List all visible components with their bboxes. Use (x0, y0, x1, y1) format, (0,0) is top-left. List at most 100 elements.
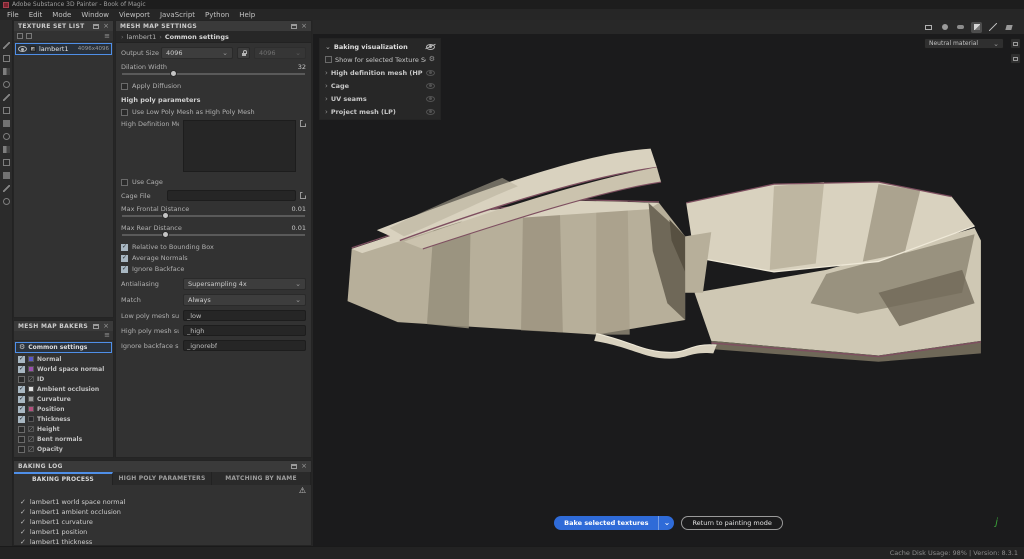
texture-set-row[interactable]: lambert1 4096x4096 (15, 43, 112, 55)
group-high-definition-mesh[interactable]: › High definition mesh (HP) (320, 66, 440, 79)
use-low-as-high-checkbox[interactable]: ✓ (121, 109, 128, 116)
baker-row-normal[interactable]: ✓ Normal (14, 354, 113, 364)
baker-checkbox[interactable]: ✓ (18, 416, 25, 423)
baker-checkbox[interactable]: ✓ (18, 426, 25, 433)
close-icon[interactable]: × (103, 23, 109, 30)
baker-checkbox[interactable]: ✓ (18, 406, 25, 413)
visibility-eye-icon[interactable] (426, 96, 435, 102)
eye-slash-icon[interactable] (426, 44, 435, 50)
baker-checkbox[interactable]: ✓ (18, 366, 25, 373)
group-project-mesh[interactable]: › Project mesh (LP) (320, 105, 440, 118)
lock-icon[interactable] (237, 47, 250, 59)
pen-icon[interactable] (987, 22, 998, 33)
baker-checkbox[interactable]: ✓ (18, 356, 25, 363)
smudge-tool-icon[interactable] (3, 94, 10, 101)
list-options-icon[interactable]: ≡ (104, 33, 110, 40)
menu-file[interactable]: File (2, 11, 24, 19)
stencil-tool-icon[interactable] (3, 185, 10, 192)
average-normals-checkbox[interactable]: ✓ (121, 255, 128, 262)
baking-log-header[interactable]: BAKING LOG × (14, 461, 311, 472)
menu-mode[interactable]: Mode (47, 11, 76, 19)
common-settings-row[interactable]: ⚙ Common settings (15, 342, 112, 353)
file-browse-icon[interactable] (300, 192, 306, 199)
menu-window[interactable]: Window (76, 11, 114, 19)
high-poly-suffix-input[interactable]: _high (183, 325, 306, 336)
perspective-icon[interactable] (923, 22, 934, 33)
max-frontal-distance-value[interactable]: 0.01 (292, 205, 306, 213)
dock-icon[interactable] (291, 464, 297, 469)
close-icon[interactable]: × (301, 23, 307, 30)
file-browse-icon[interactable] (300, 120, 306, 127)
lazy-mouse-tool-icon[interactable] (3, 172, 10, 179)
projection-tool-icon[interactable] (3, 68, 10, 75)
geometry-mask-tool-icon[interactable] (3, 146, 10, 153)
match-dropdown[interactable]: Always ⌄ (183, 294, 306, 306)
antialiasing-dropdown[interactable]: Supersampling 4x ⌄ (183, 278, 306, 290)
baker-checkbox[interactable]: ✓ (18, 446, 25, 453)
filter-icon[interactable] (17, 33, 23, 39)
dock-icon[interactable] (291, 24, 297, 29)
material-picker-tool-icon[interactable] (3, 120, 10, 127)
slider-knob[interactable] (162, 231, 169, 238)
bake-options-dropdown[interactable]: ⌄ (658, 516, 674, 530)
baker-row-thickness[interactable]: ✓ Thickness (14, 414, 113, 424)
baker-checkbox[interactable]: ✓ (18, 436, 25, 443)
polygon-fill-tool-icon[interactable] (3, 81, 10, 88)
apply-diffusion-checkbox[interactable]: ✓ (121, 83, 128, 90)
relative-bounding-box-checkbox[interactable]: ✓ (121, 244, 128, 251)
warning-icon[interactable]: ⚠ (299, 487, 306, 495)
baker-row-ambient-occlusion[interactable]: ✓ Ambient occlusion (14, 384, 113, 394)
menu-javascript[interactable]: JavaScript (155, 11, 200, 19)
low-poly-suffix-input[interactable]: _low (183, 310, 306, 321)
baking-visualization-title-row[interactable]: ⌄ Baking visualization (320, 40, 440, 53)
output-size-dropdown[interactable]: 4096 ⌄ (161, 47, 233, 59)
tab-matching-by-name[interactable]: MATCHING BY NAME (212, 472, 311, 485)
dilation-width-slider[interactable] (122, 73, 305, 75)
book-model[interactable] (335, 132, 983, 370)
ignore-backface-checkbox[interactable]: ✓ (121, 266, 128, 273)
visibility-eye-icon[interactable] (426, 83, 435, 89)
slider-knob[interactable] (162, 212, 169, 219)
baker-checkbox[interactable]: ✓ (18, 396, 25, 403)
baker-checkbox[interactable]: ✓ (18, 386, 25, 393)
tab-high-poly-parameters[interactable]: HIGH POLY PARAMETERS (113, 472, 212, 485)
eraser-icon[interactable] (1003, 22, 1014, 33)
dock-icon[interactable] (93, 324, 99, 329)
dilation-width-value[interactable]: 32 (298, 63, 306, 71)
texture-set-list-header[interactable]: TEXTURE SET LIST × (14, 21, 113, 31)
menu-help[interactable]: Help (234, 11, 260, 19)
slider-knob[interactable] (170, 70, 177, 77)
baker-row-id[interactable]: ✓ ID (14, 374, 113, 384)
symmetry-tool-icon[interactable] (3, 159, 10, 166)
visibility-eye-icon[interactable] (426, 109, 435, 115)
baker-row-opacity[interactable]: ✓ Opacity (14, 444, 113, 454)
max-rear-distance-slider[interactable] (122, 234, 305, 236)
cage-file-input[interactable] (167, 190, 296, 201)
mesh-map-bakers-header[interactable]: MESH MAP BAKERS × (14, 321, 113, 331)
quick-mask-tool-icon[interactable] (3, 133, 10, 140)
menu-viewport[interactable]: Viewport (114, 11, 155, 19)
particles-tool-icon[interactable] (3, 198, 10, 205)
neutral-material-dropdown[interactable]: Neutral material ⌄ (924, 38, 1004, 49)
menu-python[interactable]: Python (200, 11, 234, 19)
max-frontal-distance-slider[interactable] (122, 215, 305, 217)
baker-row-position[interactable]: ✓ Position (14, 404, 113, 414)
eraser-tool-icon[interactable] (3, 55, 10, 62)
max-rear-distance-value[interactable]: 0.01 (292, 224, 306, 232)
group-cage[interactable]: › Cage (320, 79, 440, 92)
sort-icon[interactable] (26, 33, 32, 39)
close-icon[interactable]: × (301, 463, 307, 470)
clone-tool-icon[interactable] (3, 107, 10, 114)
show-selected-checkbox[interactable]: ✓ (325, 56, 332, 63)
breadcrumb-common-settings[interactable]: Common settings (165, 33, 229, 41)
dock-icon[interactable] (93, 24, 99, 29)
bake-selected-textures-button[interactable]: Bake selected textures (554, 516, 658, 530)
breadcrumb-texture-set[interactable]: lambert1 (127, 33, 157, 41)
gear-icon[interactable]: ⚙ (429, 56, 435, 63)
viewport-3d[interactable]: ⌄ Baking visualization ✓ Show for select… (313, 20, 1024, 546)
show-selected-row[interactable]: ✓ Show for selected Texture Set only ⚙ (320, 53, 440, 66)
close-icon[interactable]: × (103, 323, 109, 330)
menu-edit[interactable]: Edit (24, 11, 48, 19)
list-options-icon[interactable]: ≡ (104, 332, 110, 339)
group-uv-seams[interactable]: › UV seams (320, 92, 440, 105)
